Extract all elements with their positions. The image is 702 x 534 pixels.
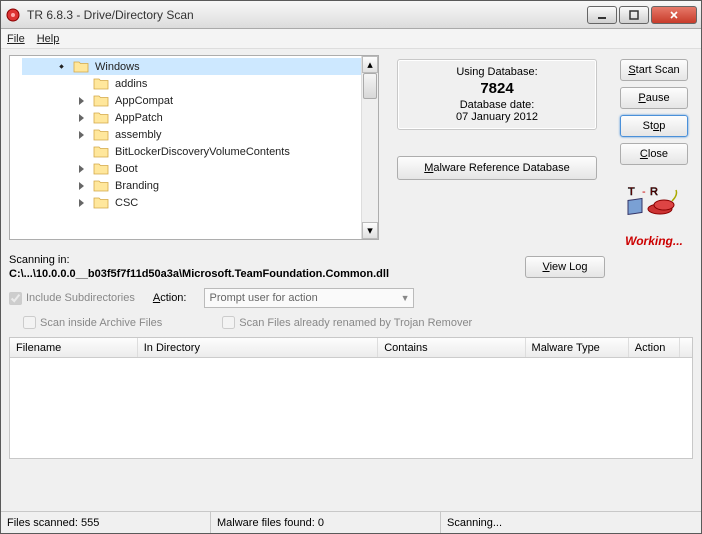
expand-icon[interactable] bbox=[76, 112, 87, 123]
expand-icon[interactable] bbox=[76, 95, 87, 106]
include-subdirectories-checkbox[interactable]: Include Subdirectories bbox=[9, 292, 135, 305]
tree-item-windows[interactable]: Windows bbox=[22, 58, 361, 75]
th-directory[interactable]: In Directory bbox=[138, 338, 378, 357]
th-action[interactable]: Action bbox=[629, 338, 680, 357]
close-button[interactable] bbox=[651, 6, 697, 24]
folder-icon bbox=[93, 77, 109, 90]
expand-icon[interactable] bbox=[76, 129, 87, 140]
tree-item-boot[interactable]: Boot bbox=[22, 160, 361, 177]
view-log-button[interactable]: View Log bbox=[525, 256, 605, 278]
db-using-label: Using Database: bbox=[404, 66, 590, 78]
statusbar: Files scanned: 555 Malware files found: … bbox=[1, 511, 701, 533]
menu-help[interactable]: Help bbox=[37, 33, 60, 45]
tr-logo: T - R bbox=[624, 175, 684, 222]
results-table: Filename In Directory Contains Malware T… bbox=[9, 337, 693, 459]
folder-icon bbox=[93, 162, 109, 175]
folder-icon bbox=[93, 179, 109, 192]
app-icon bbox=[5, 7, 21, 23]
pause-button[interactable]: Pause bbox=[620, 87, 688, 109]
folder-icon bbox=[73, 60, 89, 73]
th-contains[interactable]: Contains bbox=[378, 338, 525, 357]
tree-scrollbar[interactable]: ▴ ▾ bbox=[361, 56, 378, 239]
db-date-label: Database date: bbox=[404, 99, 590, 111]
folder-icon bbox=[93, 128, 109, 141]
status-malware-found: Malware files found: 0 bbox=[211, 512, 441, 533]
folder-icon bbox=[93, 196, 109, 209]
th-malware-type[interactable]: Malware Type bbox=[526, 338, 629, 357]
content-area: Windows addins AppCompat AppPatch assembly Bi… bbox=[1, 49, 701, 511]
malware-reference-button[interactable]: Malware Reference Database bbox=[397, 156, 597, 180]
status-files-scanned: Files scanned: 555 bbox=[1, 512, 211, 533]
tree-item-branding[interactable]: Branding bbox=[22, 177, 361, 194]
expand-icon[interactable] bbox=[76, 163, 87, 174]
scan-archive-input[interactable] bbox=[23, 316, 36, 329]
th-filename[interactable]: Filename bbox=[10, 338, 138, 357]
menubar: File Help bbox=[1, 29, 701, 49]
svg-text:R: R bbox=[650, 186, 658, 198]
db-date: 07 January 2012 bbox=[404, 111, 590, 123]
action-dropdown[interactable]: Prompt user for action ▼ bbox=[204, 288, 414, 308]
tree-item-addins[interactable]: addins bbox=[22, 75, 361, 92]
status-state: Scanning... bbox=[441, 512, 701, 533]
chevron-down-icon: ▼ bbox=[401, 293, 410, 303]
main-window: TR 6.8.3 - Drive/Directory Scan File Hel… bbox=[0, 0, 702, 534]
scanning-path: C:\...\10.0.0.0__b03f5f7f11d50a3a\Micros… bbox=[9, 268, 515, 280]
maximize-button[interactable] bbox=[619, 6, 649, 24]
directory-tree[interactable]: Windows addins AppCompat AppPatch assembly Bi… bbox=[9, 55, 379, 240]
window-title: TR 6.8.3 - Drive/Directory Scan bbox=[27, 8, 587, 22]
scroll-up-button[interactable]: ▴ bbox=[362, 56, 378, 73]
menu-file[interactable]: File bbox=[7, 33, 25, 45]
folder-icon bbox=[93, 145, 109, 158]
working-label: Working... bbox=[625, 234, 683, 248]
svg-text:T: T bbox=[628, 186, 635, 198]
svg-text:-: - bbox=[642, 186, 646, 198]
tree-label: Boot bbox=[115, 163, 138, 175]
tree-item-apppatch[interactable]: AppPatch bbox=[22, 109, 361, 126]
tree-label: Branding bbox=[115, 180, 159, 192]
tree-item-assembly[interactable]: assembly bbox=[22, 126, 361, 143]
scan-renamed-checkbox[interactable]: Scan Files already renamed by Trojan Rem… bbox=[222, 316, 472, 329]
minimize-button[interactable] bbox=[587, 6, 617, 24]
tree-item-bitlockerdiscoveryvolumecontents[interactable]: BitLockerDiscoveryVolumeContents bbox=[22, 143, 361, 160]
action-selected-value: Prompt user for action bbox=[209, 292, 317, 304]
tree-label: BitLockerDiscoveryVolumeContents bbox=[115, 146, 290, 158]
db-count: 7824 bbox=[404, 80, 590, 97]
tree-item-csc[interactable]: CSC bbox=[22, 194, 361, 211]
stop-button[interactable]: Stop bbox=[620, 115, 688, 137]
tree-label: addins bbox=[115, 78, 147, 90]
tree-label: AppPatch bbox=[115, 112, 163, 124]
action-label: Action: bbox=[153, 292, 187, 304]
expand-icon[interactable] bbox=[76, 197, 87, 208]
folder-icon bbox=[93, 111, 109, 124]
expand-icon[interactable] bbox=[76, 180, 87, 191]
include-subdirectories-input[interactable] bbox=[9, 292, 22, 305]
scan-archive-checkbox[interactable]: Scan inside Archive Files bbox=[23, 316, 162, 329]
table-header: Filename In Directory Contains Malware T… bbox=[10, 338, 692, 358]
scan-renamed-input[interactable] bbox=[222, 316, 235, 329]
titlebar: TR 6.8.3 - Drive/Directory Scan bbox=[1, 1, 701, 29]
tree-label: assembly bbox=[115, 129, 161, 141]
th-spacer bbox=[680, 338, 692, 357]
folder-icon bbox=[93, 94, 109, 107]
scroll-down-button[interactable]: ▾ bbox=[362, 222, 378, 239]
tree-label: AppCompat bbox=[115, 95, 173, 107]
tree-label: Windows bbox=[95, 61, 140, 73]
scroll-thumb[interactable] bbox=[363, 73, 377, 99]
tree-item-appcompat[interactable]: AppCompat bbox=[22, 92, 361, 109]
database-info: Using Database: 7824 Database date: 07 J… bbox=[397, 59, 597, 130]
scanning-in-label: Scanning in: bbox=[9, 254, 515, 266]
close-scan-button[interactable]: Close bbox=[620, 143, 688, 165]
start-scan-button[interactable]: Start Scan bbox=[620, 59, 688, 81]
tree-label: CSC bbox=[115, 197, 138, 209]
collapse-icon[interactable] bbox=[56, 61, 67, 72]
